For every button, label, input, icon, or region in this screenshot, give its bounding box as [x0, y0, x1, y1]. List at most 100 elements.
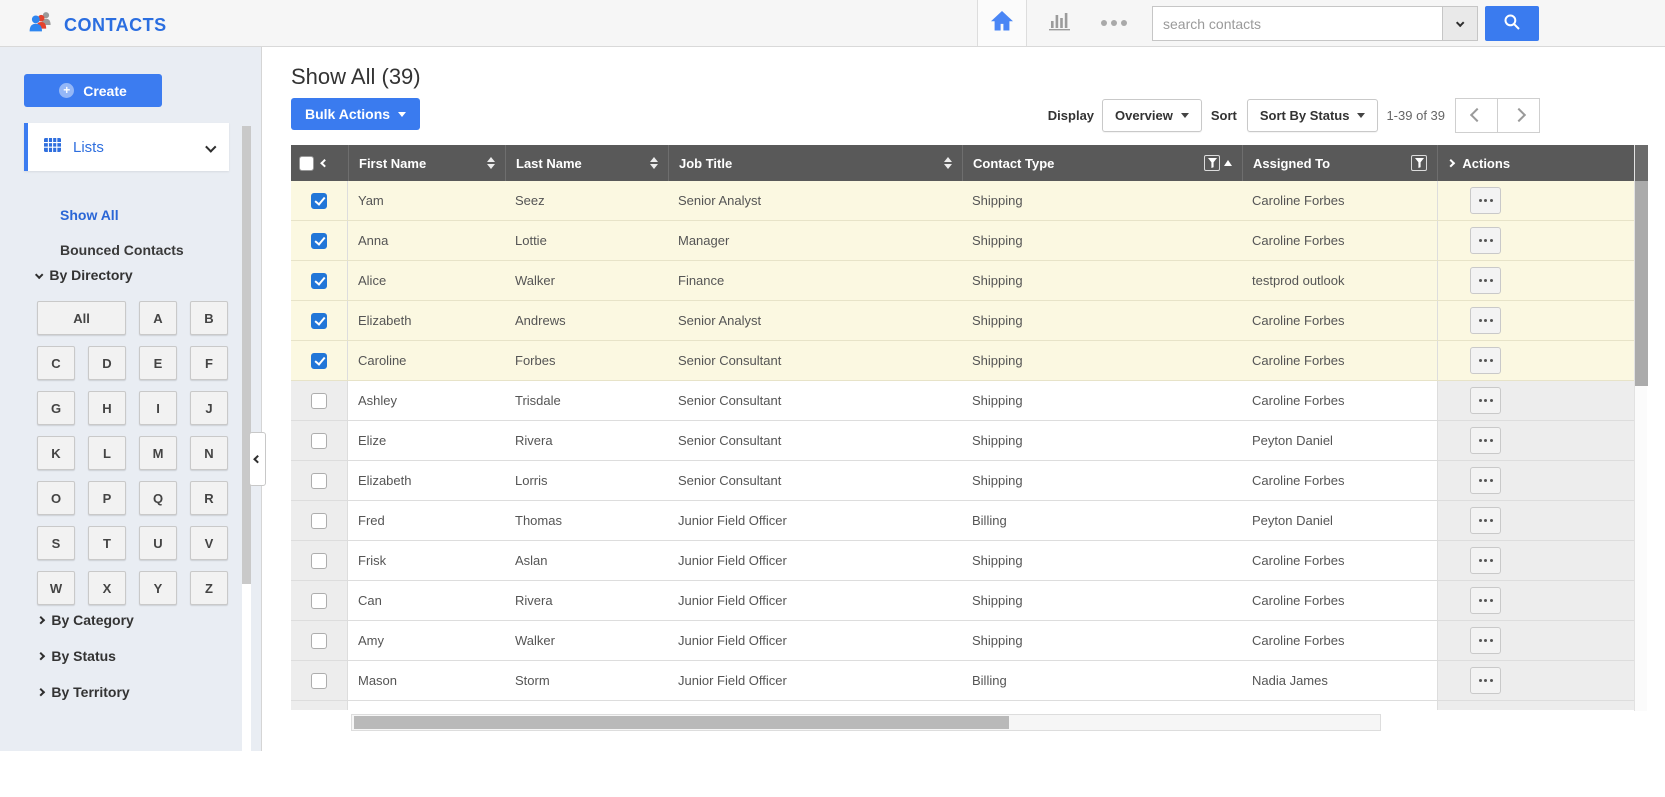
row-checkbox[interactable]	[311, 312, 327, 329]
row-actions-button[interactable]	[1470, 627, 1501, 654]
more-menu-button[interactable]	[1092, 0, 1136, 46]
row-actions-button[interactable]	[1470, 267, 1501, 294]
sidebar-section-by-territory[interactable]: By Territory	[36, 684, 130, 700]
header-actions[interactable]: Actions	[1437, 145, 1634, 181]
sidebar-item-bounced-contacts[interactable]: Bounced Contacts	[60, 242, 184, 258]
sidebar-section-by-directory[interactable]: By Directory	[34, 267, 133, 283]
row-actions-button[interactable]	[1470, 507, 1501, 534]
row-checkbox[interactable]	[311, 632, 327, 649]
header-contact-type[interactable]: Contact Type	[962, 145, 1242, 181]
letter-button-d[interactable]: D	[88, 346, 126, 380]
letter-button-u[interactable]: U	[139, 526, 177, 560]
home-button[interactable]	[977, 0, 1027, 46]
letter-button-a[interactable]: A	[139, 301, 177, 335]
letter-button-i[interactable]: I	[139, 391, 177, 425]
row-checkbox[interactable]	[311, 392, 327, 409]
letter-button-x[interactable]: X	[88, 571, 126, 605]
letter-button-s[interactable]: S	[37, 526, 75, 560]
letter-button-l[interactable]: L	[88, 436, 126, 470]
letter-button-b[interactable]: B	[190, 301, 228, 335]
cell-first: Amy	[358, 633, 384, 648]
previous-page-button[interactable]	[1455, 97, 1498, 133]
letter-button-r[interactable]: R	[190, 481, 228, 515]
row-checkbox[interactable]	[311, 432, 327, 449]
filter-icon[interactable]	[1411, 155, 1427, 171]
select-all-checkbox[interactable]	[299, 155, 314, 171]
bulk-actions-button[interactable]: Bulk Actions	[291, 98, 421, 130]
chevron-left-icon[interactable]	[319, 158, 329, 168]
ellipsis-icon	[1484, 319, 1487, 322]
sidebar-collapse-handle[interactable]	[249, 432, 266, 486]
display-dropdown[interactable]: Overview	[1102, 98, 1202, 132]
letter-button-c[interactable]: C	[37, 346, 75, 380]
row-actions-button[interactable]	[1470, 667, 1501, 694]
cell-last: Andrews	[515, 313, 566, 328]
cell-assigned: Caroline Forbes	[1252, 553, 1345, 568]
letter-button-e[interactable]: E	[139, 346, 177, 380]
letter-button-q[interactable]: Q	[139, 481, 177, 515]
letter-button-j[interactable]: J	[190, 391, 228, 425]
dashboard-button[interactable]	[1040, 0, 1080, 46]
row-actions-button[interactable]	[1470, 227, 1501, 254]
row-checkbox[interactable]	[311, 592, 327, 609]
horizontal-scrollbar[interactable]	[351, 714, 1381, 731]
row-checkbox[interactable]	[311, 552, 327, 569]
ellipsis-icon	[1489, 479, 1493, 482]
sidebar-section-by-status[interactable]: By Status	[36, 648, 116, 664]
row-actions-button[interactable]	[1470, 547, 1501, 574]
letter-button-v[interactable]: V	[190, 526, 228, 560]
letter-button-z[interactable]: Z	[190, 571, 228, 605]
vertical-scrollbar-thumb[interactable]	[1635, 181, 1648, 386]
cell-job: Senior Consultant	[678, 473, 782, 488]
vertical-scrollbar[interactable]	[1634, 145, 1648, 711]
row-checkbox[interactable]	[311, 512, 327, 529]
search-button[interactable]	[1485, 6, 1539, 41]
header-assigned-to[interactable]: Assigned To	[1242, 145, 1437, 181]
letter-button-f[interactable]: F	[190, 346, 228, 380]
letter-button-w[interactable]: W	[37, 571, 75, 605]
letter-button-t[interactable]: T	[88, 526, 126, 560]
horizontal-scrollbar-thumb[interactable]	[354, 716, 1009, 729]
sort-arrows-icon[interactable]	[487, 157, 495, 169]
sort-arrows-icon[interactable]	[944, 157, 952, 169]
row-actions-button[interactable]	[1470, 347, 1501, 374]
row-actions-button[interactable]	[1470, 387, 1501, 414]
search-scope-dropdown[interactable]	[1442, 6, 1478, 41]
row-checkbox[interactable]	[311, 352, 327, 369]
filter-icon[interactable]	[1204, 155, 1220, 171]
row-actions-button[interactable]	[1470, 467, 1501, 494]
row-actions-button[interactable]	[1470, 187, 1501, 214]
sort-dropdown[interactable]: Sort By Status	[1246, 98, 1379, 132]
row-checkbox[interactable]	[311, 272, 327, 289]
row-actions-button[interactable]	[1470, 307, 1501, 334]
create-button[interactable]: + Create	[24, 74, 162, 107]
row-actions-button[interactable]	[1470, 427, 1501, 454]
letter-button-p[interactable]: P	[88, 481, 126, 515]
row-checkbox[interactable]	[311, 192, 327, 209]
cell-last: Trisdale	[515, 393, 561, 408]
sidebar-scrollbar-thumb[interactable]	[242, 126, 251, 584]
sidebar-item-lists[interactable]: Lists	[24, 123, 229, 171]
letter-button-n[interactable]: N	[190, 436, 228, 470]
letter-button-g[interactable]: G	[37, 391, 75, 425]
row-checkbox[interactable]	[311, 232, 327, 249]
row-checkbox[interactable]	[311, 672, 327, 689]
letter-button-o[interactable]: O	[37, 481, 75, 515]
table-row: Elizabeth Andrews Senior Analyst Shipping Ca…	[291, 301, 1634, 341]
letter-button-all[interactable]: All	[37, 301, 126, 335]
row-checkbox[interactable]	[311, 472, 327, 489]
letter-button-y[interactable]: Y	[139, 571, 177, 605]
row-actions-button[interactable]	[1470, 587, 1501, 614]
search-input[interactable]	[1152, 6, 1442, 41]
sidebar-section-by-category[interactable]: By Category	[36, 612, 134, 628]
header-last-name[interactable]: Last Name	[505, 145, 668, 181]
header-first-name[interactable]: First Name	[348, 145, 505, 181]
sidebar-item-show-all[interactable]: Show All	[60, 207, 119, 223]
letter-button-k[interactable]: K	[37, 436, 75, 470]
letter-button-h[interactable]: H	[88, 391, 126, 425]
chevron-right-icon	[1446, 158, 1456, 168]
letter-button-m[interactable]: M	[139, 436, 177, 470]
next-page-button[interactable]	[1497, 97, 1540, 133]
sort-arrows-icon[interactable]	[650, 157, 658, 169]
header-job-title[interactable]: Job Title	[668, 145, 962, 181]
